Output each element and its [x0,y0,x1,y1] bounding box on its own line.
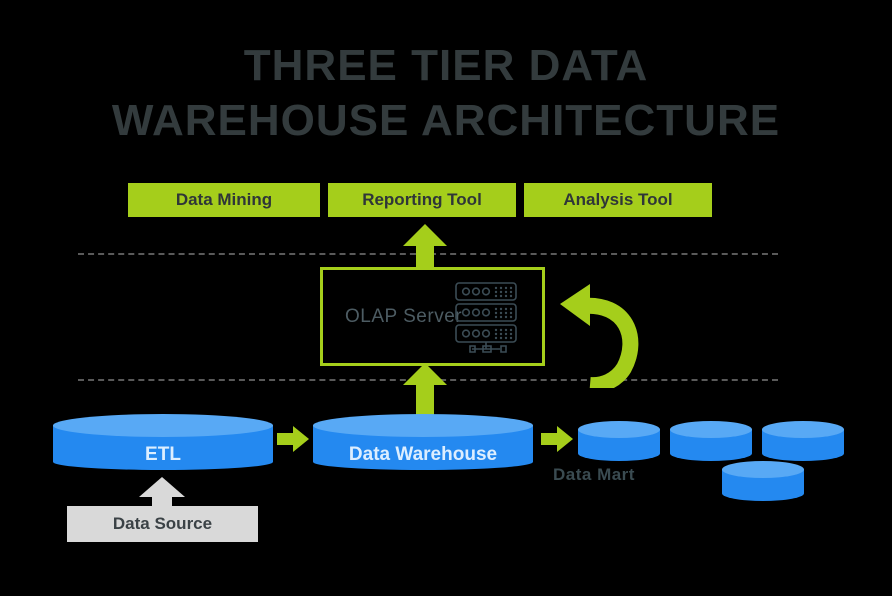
arrow-head [403,224,447,246]
arrow-up-icon-olap-to-tools [403,224,447,270]
data-mart-cylinder[interactable] [578,421,660,461]
arrow-head [403,363,447,385]
cylinder-top [722,461,804,478]
diagram-canvas: THREE TIER DATA WAREHOUSE ARCHITECTURE D… [0,0,892,596]
data-mart-cylinder[interactable] [722,461,804,501]
arrow-right-icon-etl-to-dw [277,426,309,452]
cylinder-top [670,421,752,438]
arrow-head [139,477,185,497]
olap-server-box[interactable]: OLAP Server [320,267,545,366]
cylinder-top [313,414,533,437]
page-title-line-2: WAREHOUSE ARCHITECTURE [111,96,781,145]
etl-cylinder[interactable]: ETL [53,414,273,470]
server-rack-icon [455,282,517,353]
cylinder-top [578,421,660,438]
data-warehouse-label: Data Warehouse [348,444,498,465]
data-source-box[interactable]: Data Source [67,506,258,542]
arrow-right-icon-dw-to-mart [541,426,573,452]
page-title-line-1: THREE TIER DATA [243,41,649,90]
curved-refresh-arrow-icon [560,284,639,388]
arrow-head [293,426,309,452]
data-mart-cylinder[interactable] [762,421,844,461]
tool-data-mining[interactable]: Data Mining [128,183,320,217]
cylinder-top [53,414,273,437]
tool-analysis[interactable]: Analysis Tool [524,183,712,217]
data-mart-cylinder[interactable] [670,421,752,461]
data-warehouse-cylinder[interactable]: Data Warehouse [313,414,533,470]
tool-reporting[interactable]: Reporting Tool [328,183,516,217]
etl-label: ETL [145,444,181,465]
top-tier-tools: Data Mining Reporting Tool Analysis Tool [128,183,712,217]
arrow-head [557,426,573,452]
olap-server-label: OLAP Server [345,306,463,327]
page-title: THREE TIER DATA WAREHOUSE ARCHITECTURE [0,38,892,148]
data-mart-label: Data Mart [553,465,635,484]
cylinder-top [762,421,844,438]
